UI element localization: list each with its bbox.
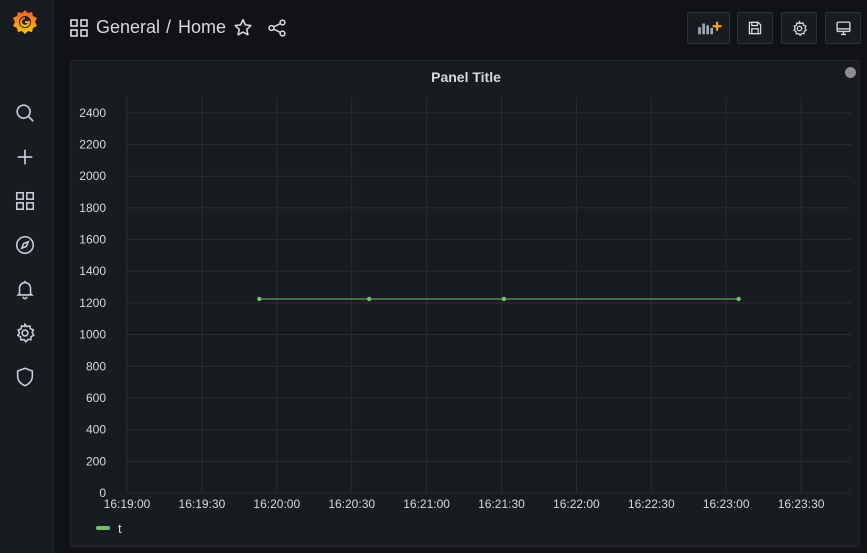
dashboards-apps-icon[interactable] [13, 189, 37, 213]
breadcrumb-dashboard[interactable]: Home [178, 17, 226, 38]
x-tick-label: 16:21:00 [403, 497, 450, 511]
graph-panel[interactable]: Panel Title 0 200 400 600 800 1000 1200 1400 160… [70, 60, 860, 547]
y-tick-label: 800 [86, 359, 106, 373]
y-tick-label: 1400 [79, 264, 106, 278]
y-tick-label: 2200 [79, 138, 106, 152]
dashboard-navbar: General / Home [54, 0, 867, 56]
save-icon [748, 21, 762, 35]
legend-series-swatch [96, 526, 110, 530]
x-tick-label: 16:23:00 [703, 497, 750, 511]
x-tick-label: 16:20:00 [253, 497, 300, 511]
y-tick-label: 1200 [79, 296, 106, 310]
side-menu [0, 0, 54, 553]
save-dashboard-button[interactable] [737, 12, 773, 44]
share-icon[interactable] [266, 17, 288, 39]
cycle-view-mode-button[interactable] [825, 12, 861, 44]
x-tick-label: 16:22:00 [553, 497, 600, 511]
y-tick-label: 1000 [79, 328, 106, 342]
search-icon[interactable] [13, 101, 37, 125]
gear-icon[interactable] [13, 321, 37, 345]
data-point[interactable] [501, 296, 507, 302]
dashboard-settings-button[interactable] [781, 12, 817, 44]
breadcrumb-folder[interactable]: General [96, 17, 160, 38]
legend-item[interactable]: t [96, 520, 122, 536]
x-tick-label: 16:22:30 [628, 497, 675, 511]
data-point[interactable] [257, 296, 262, 302]
x-tick-label: 16:21:30 [478, 497, 525, 511]
add-panel-icon [697, 21, 722, 35]
gear-icon [792, 19, 807, 36]
y-tick-label: 200 [86, 454, 106, 468]
data-point[interactable] [366, 296, 372, 302]
compass-icon[interactable] [13, 233, 37, 257]
y-tick-label: 1800 [79, 201, 106, 215]
monitor-icon [835, 20, 851, 35]
plus-icon[interactable] [13, 145, 37, 169]
x-tick-label: 16:19:30 [179, 497, 226, 511]
y-tick-label: 2000 [79, 169, 106, 183]
star-icon[interactable] [232, 17, 254, 39]
graph-plot-area[interactable]: 0200400600800100012001400160018002000220… [71, 61, 861, 548]
x-tick-label: 16:20:30 [328, 497, 375, 511]
add-panel-button[interactable] [687, 12, 730, 44]
apps-icon [69, 18, 89, 38]
data-point[interactable] [736, 296, 741, 302]
x-tick-label: 16:19:00 [104, 497, 151, 511]
grafana-logo-icon[interactable] [11, 8, 39, 36]
y-tick-label: 1600 [79, 233, 106, 247]
legend-series-label: t [118, 520, 122, 536]
bell-icon[interactable] [13, 277, 37, 301]
y-tick-label: 2400 [79, 106, 106, 120]
y-tick-label: 600 [86, 391, 106, 405]
y-tick-label: 400 [86, 423, 106, 437]
x-tick-label: 16:23:30 [778, 497, 825, 511]
shield-icon[interactable] [13, 365, 37, 389]
breadcrumb-separator: / [166, 17, 172, 37]
